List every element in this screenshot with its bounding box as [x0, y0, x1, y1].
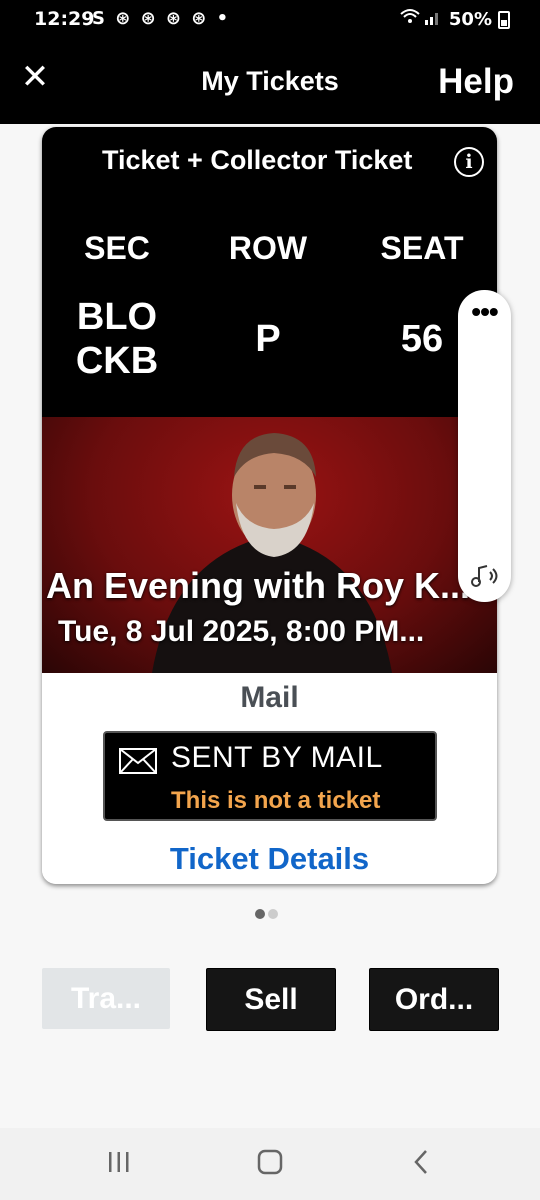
- help-button[interactable]: Help: [438, 62, 514, 102]
- status-right: 50%: [399, 8, 510, 31]
- info-icon[interactable]: i: [454, 147, 484, 177]
- delivery-section: Mail SENT BY MAIL This is not a ticket T…: [42, 673, 497, 884]
- notification-icons: S ⊛ ⊛ ⊛ ⊛ •: [92, 8, 231, 29]
- event-date: Tue, 8 Jul 2025, 8:00 PM...: [58, 615, 425, 648]
- row-header: ROW: [228, 230, 308, 266]
- ticket-header: Ticket + Collector Ticket i SEC BLO CKB R…: [42, 127, 497, 417]
- more-options-icon[interactable]: •••: [458, 296, 511, 328]
- side-panel[interactable]: •••: [458, 290, 511, 602]
- home-icon[interactable]: [256, 1148, 284, 1181]
- event-image: An Evening with Roy K... Tue, 8 Jul 2025…: [42, 417, 497, 673]
- app-bar: ✕ My Tickets Help: [0, 40, 540, 124]
- system-nav-bar: [0, 1128, 540, 1200]
- page-indicator: [255, 906, 281, 924]
- row-column: ROW P: [202, 230, 334, 361]
- battery-percent: 50%: [448, 9, 492, 30]
- ticket-card[interactable]: Ticket + Collector Ticket i SEC BLO CKB R…: [42, 127, 497, 884]
- section-value: BLO CKB: [75, 296, 159, 382]
- sell-button[interactable]: Sell: [206, 968, 336, 1031]
- envelope-icon: [119, 747, 157, 780]
- sent-by-mail-banner: SENT BY MAIL This is not a ticket: [103, 731, 437, 821]
- wifi-signal-icon: [399, 8, 443, 31]
- battery-icon: [498, 10, 510, 29]
- transfer-button[interactable]: Tra...: [42, 968, 170, 1029]
- sent-title: SENT BY MAIL: [171, 741, 383, 774]
- recent-apps-icon[interactable]: [106, 1148, 132, 1181]
- section-header: SEC: [84, 230, 150, 266]
- row-value: P: [255, 318, 281, 360]
- status-bar: 12:29 S ⊛ ⊛ ⊛ ⊛ • 50%: [0, 0, 540, 40]
- delivery-method-label: Mail: [240, 681, 299, 714]
- back-icon[interactable]: [410, 1148, 434, 1181]
- order-button[interactable]: Ord...: [369, 968, 499, 1031]
- page-dot-active: [255, 909, 265, 919]
- section-column: SEC BLO CKB: [52, 230, 182, 383]
- sent-note: This is not a ticket: [171, 787, 381, 814]
- page-dot[interactable]: [268, 909, 278, 919]
- event-name: An Evening with Roy K...: [46, 565, 471, 606]
- ticket-details-link[interactable]: Ticket Details: [42, 841, 497, 877]
- ticket-type-label: Ticket + Collector Ticket: [102, 145, 413, 175]
- audio-icon[interactable]: [471, 562, 501, 595]
- status-time: 12:29: [34, 8, 95, 30]
- seat-header: SEAT: [380, 230, 464, 266]
